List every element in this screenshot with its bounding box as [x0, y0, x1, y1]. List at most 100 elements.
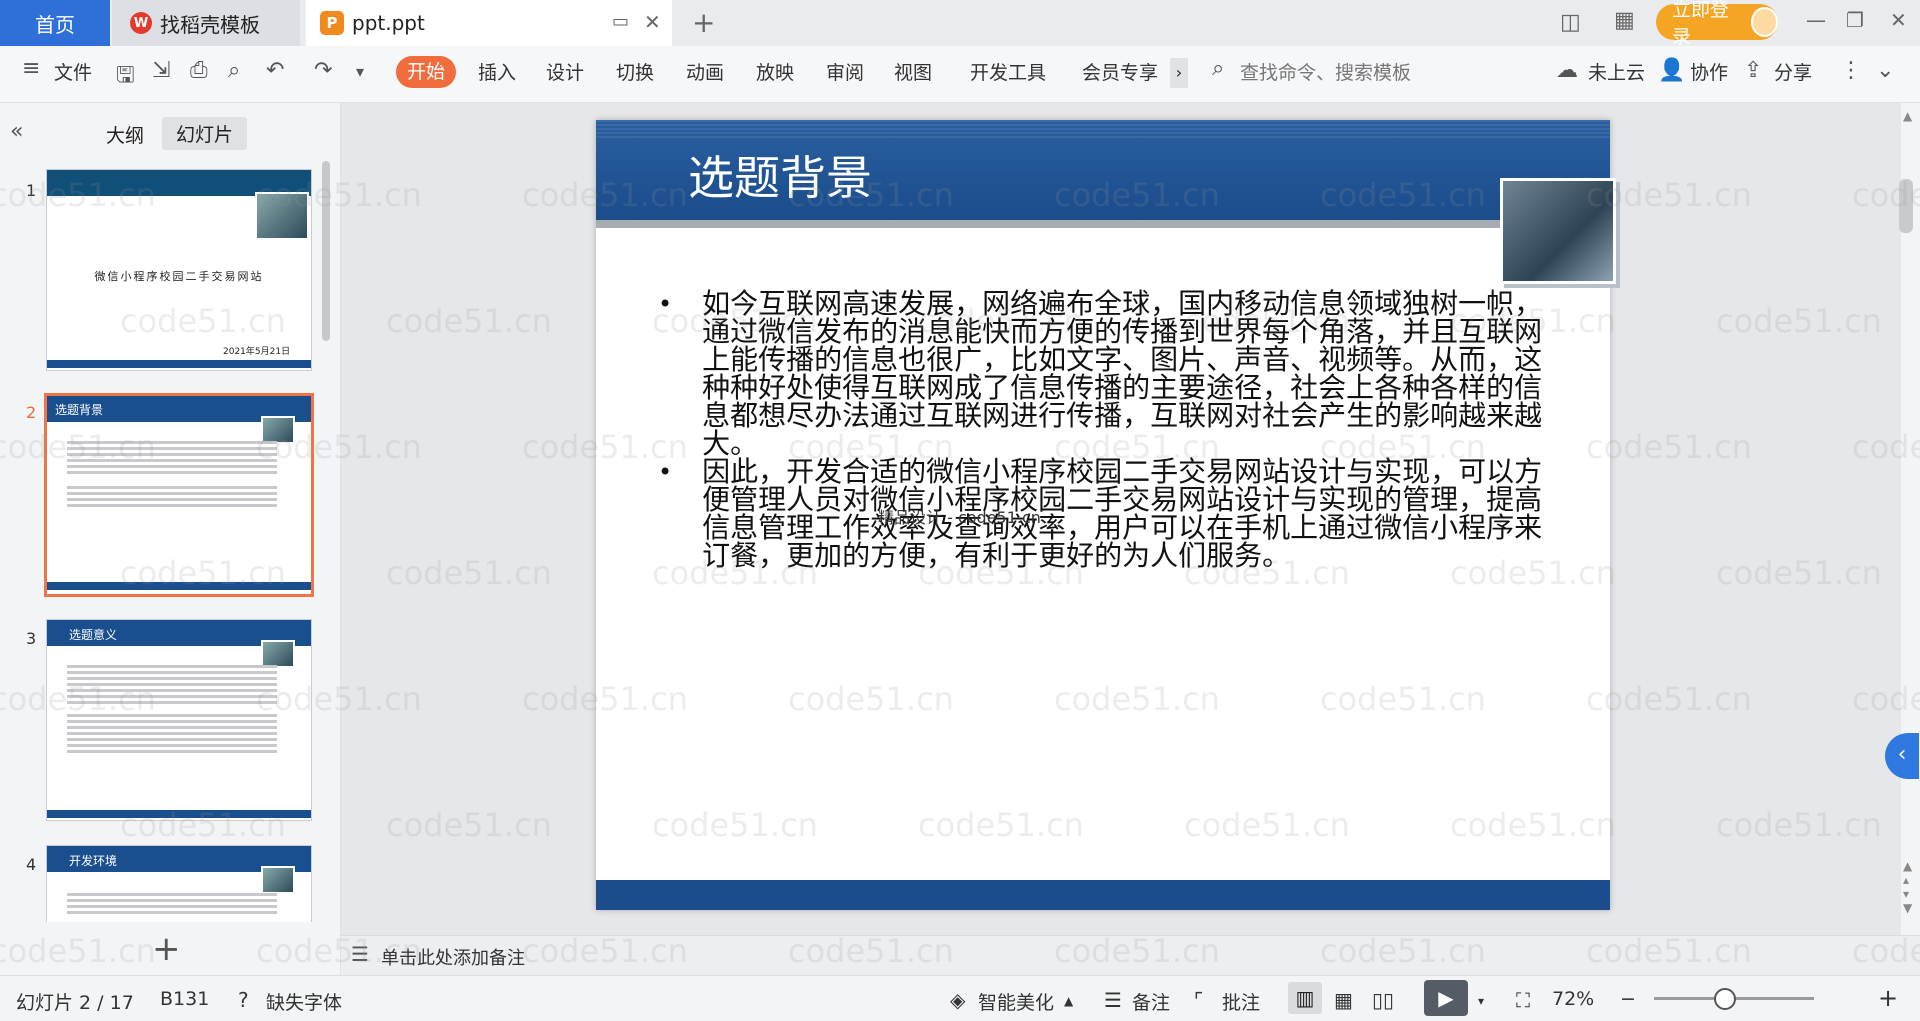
- tab-slides[interactable]: 幻灯片: [162, 117, 248, 150]
- undo-icon[interactable]: ↶: [266, 58, 284, 83]
- tab-document[interactable]: P ppt.ppt ▭ ✕: [306, 0, 672, 46]
- file-menu[interactable]: 文件: [54, 58, 92, 85]
- more-icon[interactable]: ⋮: [1840, 58, 1862, 83]
- menu-start[interactable]: 开始: [396, 56, 456, 88]
- fit-window-icon[interactable]: ⛶: [1516, 988, 1530, 1012]
- slide-footer-band: [596, 880, 1610, 910]
- add-slide-icon[interactable]: +: [152, 929, 181, 969]
- redo-icon[interactable]: ↷: [314, 58, 332, 83]
- bullet-item: • 因此，开发合适的微信小程序校园二手交易网站设计与实现，可以方便管理人员对微信…: [658, 458, 1558, 570]
- tab-home[interactable]: 首页: [0, 0, 110, 46]
- missing-font-button[interactable]: 缺失字体: [266, 988, 342, 1015]
- thumb-number: 2: [26, 403, 37, 422]
- caret-up-icon[interactable]: ▲: [1064, 994, 1073, 1008]
- menu-developer[interactable]: 开发工具: [970, 58, 1046, 85]
- thumb-footer: [47, 582, 311, 590]
- zoom-in-icon[interactable]: +: [1878, 984, 1898, 1012]
- cloud-status[interactable]: 未上云: [1588, 58, 1645, 85]
- slide-handshake-photo[interactable]: [1500, 178, 1616, 284]
- thumb-title: 微信小程序校园二手交易网站: [94, 270, 264, 283]
- share-button[interactable]: 分享: [1774, 58, 1812, 85]
- menu-view[interactable]: 视图: [894, 58, 932, 85]
- minimize-icon[interactable]: —: [1806, 8, 1826, 32]
- title-band-stripes: [596, 120, 1610, 138]
- menu-transition[interactable]: 切换: [616, 58, 654, 85]
- status-bar: 幻灯片 2 / 17 B131 ? 缺失字体 ◈ 智能美化 ▲ ☰ 备注 ⌜ 批…: [0, 975, 1920, 1021]
- login-label: 立即登录: [1672, 0, 1730, 48]
- login-button[interactable]: 立即登录: [1656, 0, 1778, 48]
- notes-placeholder[interactable]: 单击此处添加备注: [381, 944, 525, 970]
- print-icon[interactable]: ⎙: [190, 58, 208, 83]
- menu-design[interactable]: 设计: [546, 58, 584, 85]
- hamburger-icon[interactable]: ≡: [22, 56, 40, 81]
- restore-icon[interactable]: ❐: [1846, 8, 1864, 32]
- comment-button[interactable]: 批注: [1222, 988, 1260, 1015]
- more-menus-icon[interactable]: ›: [1170, 58, 1188, 88]
- zoom-slider-handle[interactable]: [1714, 988, 1736, 1010]
- menu-member[interactable]: 会员专享: [1082, 58, 1158, 85]
- normal-view-icon[interactable]: ▥: [1288, 982, 1322, 1014]
- panel-scrollbar[interactable]: [322, 161, 330, 341]
- export-icon[interactable]: ⇲: [152, 58, 170, 83]
- thumb-title: 开发环境: [69, 854, 118, 868]
- layout-icon[interactable]: ◫: [1560, 10, 1581, 35]
- apps-grid-icon[interactable]: ▦: [1614, 8, 1635, 33]
- play-slideshow-icon[interactable]: ▶: [1424, 980, 1468, 1016]
- collab-button[interactable]: 协作: [1690, 58, 1728, 85]
- slide-thumbnail-4[interactable]: 开发环境: [46, 845, 312, 922]
- notes-toggle-icon: ☰: [1104, 988, 1122, 1012]
- side-panel-toggle-icon[interactable]: ‹: [1885, 733, 1919, 779]
- overlay-watermark-text: 精品设计 - code51.cn: [878, 508, 1041, 527]
- thumb-date: 2021年5月21日: [223, 347, 291, 357]
- slide-thumbnail-3[interactable]: 选题意义: [46, 619, 312, 821]
- notes-bar[interactable]: ☰ 单击此处添加备注: [341, 935, 1920, 976]
- search-icon[interactable]: ⌕: [1212, 56, 1224, 81]
- reading-view-icon[interactable]: ▯▯: [1372, 988, 1394, 1012]
- zoom-out-icon[interactable]: −: [1620, 988, 1636, 1010]
- notes-toggle-button[interactable]: 备注: [1132, 988, 1170, 1015]
- tab-template-store-label: 找稻壳模板: [160, 12, 260, 37]
- bullet-text: 因此，开发合适的微信小程序校园二手交易网站设计与实现，可以方便管理人员对微信小程…: [702, 455, 1543, 572]
- smart-beautify-button[interactable]: 智能美化: [978, 988, 1054, 1015]
- thumb-title: 选题背景: [55, 403, 104, 417]
- tab-template-store[interactable]: W 找稻壳模板: [112, 0, 300, 46]
- menu-review[interactable]: 审阅: [826, 58, 864, 85]
- slide-title[interactable]: 选题背景: [688, 142, 872, 208]
- menu-slideshow[interactable]: 放映: [756, 58, 794, 85]
- zoom-level[interactable]: 72%: [1552, 988, 1594, 1010]
- close-tab-icon[interactable]: ✕: [644, 10, 661, 34]
- new-tab-icon[interactable]: +: [692, 6, 715, 39]
- thumb-photo: [255, 192, 309, 240]
- thumb-text-lines: [67, 438, 277, 510]
- scroll-up-icon[interactable]: ▲: [1903, 109, 1912, 123]
- close-window-icon[interactable]: ✕: [1890, 8, 1907, 32]
- slide-body-text[interactable]: • 如今互联网高速发展，网络遍布全球，国内移动信息领域独树一帜，通过微信发布的消…: [658, 290, 1558, 570]
- thumb-number: 1: [26, 181, 37, 200]
- tab-outline[interactable]: 大纲: [106, 121, 144, 148]
- collapse-panel-icon[interactable]: «: [10, 119, 23, 144]
- page-nav-icons[interactable]: ▲ ▴ ▾ ▼: [1903, 859, 1912, 915]
- bullet-item: • 如今互联网高速发展，网络遍布全球，国内移动信息领域独树一帜，通过微信发布的消…: [658, 290, 1558, 458]
- slide-thumbnail-1[interactable]: 微信小程序校园二手交易网站 2021年5月21日: [46, 169, 312, 371]
- search-input[interactable]: 查找命令、搜索模板: [1240, 58, 1411, 85]
- screen-icon[interactable]: ▭: [612, 11, 629, 32]
- slides-panel: « 大纲 幻灯片 1 微信小程序校园二手交易网站 2021年5月21日 2 选题…: [0, 103, 341, 975]
- play-options-icon[interactable]: ▾: [1478, 994, 1484, 1008]
- save-icon[interactable]: 🖫: [116, 58, 135, 96]
- collapse-ribbon-icon[interactable]: ⌄: [1876, 58, 1894, 83]
- sorter-view-icon[interactable]: ▦: [1334, 988, 1353, 1012]
- preview-icon[interactable]: ⌕: [228, 58, 240, 83]
- menu-insert[interactable]: 插入: [478, 58, 516, 85]
- comment-icon: ⌜: [1194, 988, 1204, 1012]
- menu-animation[interactable]: 动画: [686, 58, 724, 85]
- vertical-scrollbar[interactable]: [1899, 179, 1913, 233]
- template-code[interactable]: B131: [160, 988, 209, 1010]
- slide-thumbnail-2[interactable]: 选题背景: [44, 393, 314, 597]
- thumb-number: 4: [26, 855, 37, 874]
- ppt-file-icon: P: [320, 11, 344, 35]
- share-icon: ⇪: [1744, 58, 1763, 83]
- slide-counter[interactable]: 幻灯片 2 / 17: [16, 988, 134, 1015]
- slide-canvas[interactable]: 选题背景 • 如今互联网高速发展，网络遍布全球，国内移动信息领域独树一帜，通过微…: [596, 120, 1616, 910]
- chevron-down-icon[interactable]: ▾: [356, 62, 364, 81]
- notes-icon: ☰: [351, 942, 369, 966]
